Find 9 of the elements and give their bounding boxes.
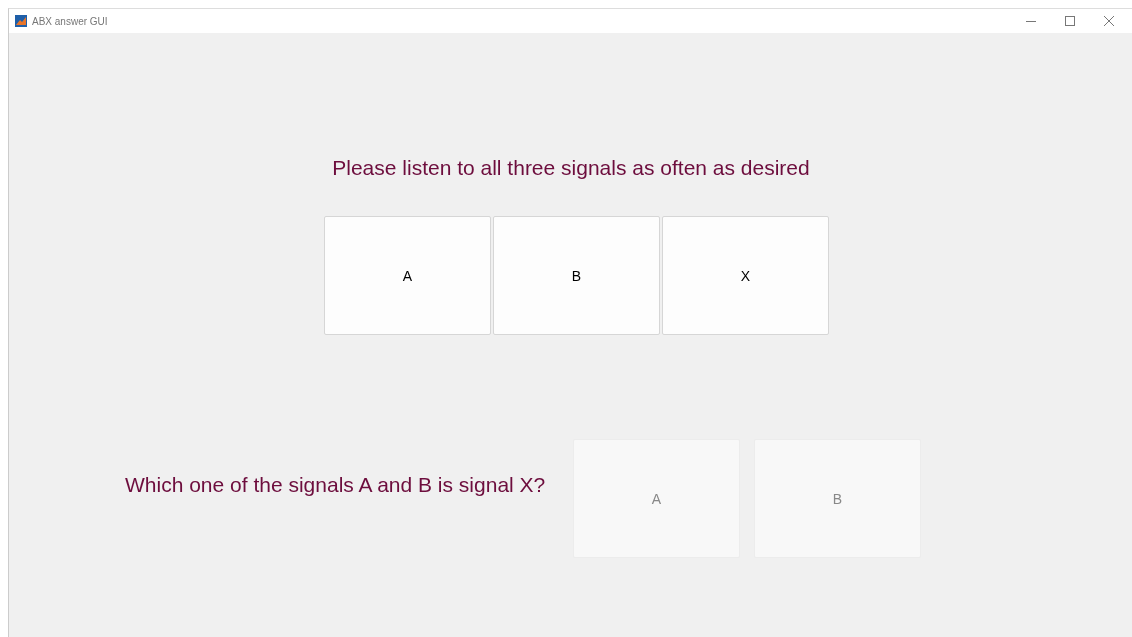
question-text: Which one of the signals A and B is signal X? [125,473,547,497]
app-icon [15,15,27,27]
signal-button[interactable]: B [493,216,660,335]
window-title: ABX answer GUI [32,15,108,27]
close-icon[interactable] [1104,16,1114,26]
maximize-icon[interactable] [1065,16,1075,26]
signal-button[interactable]: X [662,216,829,335]
instruction-text: Please listen to all three signals as often as desired [331,156,811,180]
signal-button[interactable]: A [324,216,491,335]
